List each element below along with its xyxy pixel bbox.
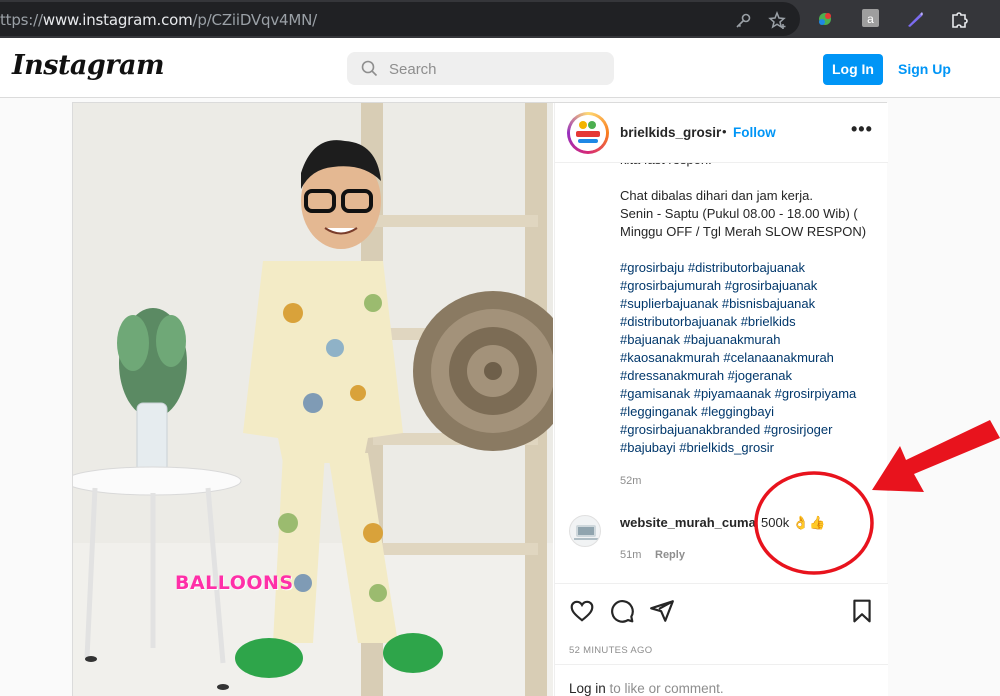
search-placeholder: Search bbox=[389, 61, 437, 78]
caption-line bbox=[620, 241, 885, 259]
caption-hashtags-line[interactable]: #gamisanak #piyamaanak #grosirpiyama bbox=[620, 385, 885, 403]
caption-line: Senin - Saptu (Pukul 08.00 - 18.00 Wib) … bbox=[620, 206, 858, 221]
caption-line: Chat dibalas dihari dan jam kerja. bbox=[620, 188, 813, 203]
share-icon[interactable] bbox=[649, 598, 675, 624]
caption-hashtags-line[interactable]: #grosirbajumurah #grosirbajuanak bbox=[620, 277, 885, 295]
caption-hashtags-line[interactable]: #bajuanak #bajuanakmurah bbox=[620, 331, 885, 349]
separator-dot: • bbox=[722, 124, 727, 139]
post-caption: kita fast respon.Chat dibalas dihari dan… bbox=[620, 151, 885, 457]
more-options-icon[interactable]: ••• bbox=[851, 119, 873, 140]
login-prompt-text: to like or comment. bbox=[605, 681, 724, 696]
photo-watermark: BALLOONS bbox=[175, 572, 294, 594]
url-text[interactable]: ttps://www.instagram.com/p/CZiiDVqv4MN/ bbox=[0, 11, 317, 29]
instagram-logo[interactable]: Instagram bbox=[12, 50, 165, 81]
signup-link[interactable]: Sign Up bbox=[898, 61, 951, 77]
comment-icon[interactable] bbox=[609, 598, 635, 624]
post-photo-illustration bbox=[73, 103, 553, 696]
caption-line: Minggu OFF / Tgl Merah SLOW RESPON) bbox=[620, 224, 867, 239]
heart-icon[interactable] bbox=[569, 598, 595, 624]
caption-hashtags-line[interactable]: #suplierbajuanak #bisnisbajuanak bbox=[620, 295, 885, 313]
author-avatar-image bbox=[570, 115, 606, 151]
star-add-icon[interactable] bbox=[768, 11, 788, 31]
instagram-header: Instagram Search Log In Sign Up bbox=[0, 38, 1000, 98]
reply-button[interactable]: Reply bbox=[655, 549, 685, 561]
caption-time: 52m bbox=[620, 475, 642, 487]
author-avatar[interactable] bbox=[567, 112, 609, 154]
login-button[interactable]: Log In bbox=[823, 54, 883, 85]
caption-hashtags-line[interactable]: #dressanakmurah #jogeranak bbox=[620, 367, 885, 385]
caption-hashtags-line[interactable]: #grosirbajuanakbranded #grosirjoger bbox=[620, 421, 885, 439]
search-input[interactable]: Search bbox=[347, 52, 614, 85]
login-prompt-link[interactable]: Log in bbox=[569, 681, 606, 696]
comment-username[interactable]: website_murah_cuma bbox=[620, 515, 756, 530]
post-card: brielkids_grosir • Follow ••• kita fast … bbox=[72, 102, 888, 696]
caption-hashtags-line[interactable]: #legginganak #leggingbayi bbox=[620, 403, 885, 421]
browser-toolbar: ttps://www.instagram.com/p/CZiiDVqv4MN/ … bbox=[0, 0, 1000, 38]
search-icon bbox=[361, 60, 378, 77]
caption-line bbox=[620, 169, 885, 187]
post-actions: 52 MINUTES AGO Log in to like or comment… bbox=[555, 583, 888, 696]
caption-hashtags-line[interactable]: #kaosanakmurah #celanaanakmurah bbox=[620, 349, 885, 367]
key-icon[interactable] bbox=[733, 11, 753, 31]
bookmark-icon[interactable] bbox=[849, 598, 875, 624]
caption-hashtags-line[interactable]: #bajubayi #brielkids_grosir bbox=[620, 439, 885, 457]
comment-text: 500k 👌👍 bbox=[761, 515, 826, 530]
post-time-ago: 52 MINUTES AGO bbox=[569, 645, 653, 656]
post-sidebar: brielkids_grosir • Follow ••• kita fast … bbox=[554, 103, 888, 696]
extensions-puzzle-icon[interactable] bbox=[949, 9, 969, 29]
post-header: brielkids_grosir • Follow ••• bbox=[555, 103, 888, 163]
post-image[interactable] bbox=[73, 103, 553, 696]
follow-button[interactable]: Follow bbox=[733, 125, 776, 140]
commenter-avatar[interactable] bbox=[569, 515, 601, 547]
pen-extension-icon[interactable] bbox=[905, 9, 925, 29]
comment-time: 51m bbox=[620, 549, 642, 561]
annotation-arrow-icon bbox=[872, 420, 1000, 492]
address-bar[interactable]: ttps://www.instagram.com/p/CZiiDVqv4MN/ bbox=[0, 2, 800, 36]
caption-hashtags-line[interactable]: #grosirbaju #distributorbajuanak bbox=[620, 259, 885, 277]
brand-logo-icon bbox=[570, 115, 606, 151]
commenter-avatar-image bbox=[574, 525, 598, 540]
extension-badge-icon[interactable] bbox=[815, 9, 835, 29]
caption-hashtags-line[interactable]: #distributorbajuanak #brielkids bbox=[620, 313, 885, 331]
extension-a-icon[interactable]: a bbox=[862, 9, 879, 27]
author-username[interactable]: brielkids_grosir bbox=[620, 125, 721, 140]
login-prompt: Log in to like or comment. bbox=[555, 664, 888, 696]
